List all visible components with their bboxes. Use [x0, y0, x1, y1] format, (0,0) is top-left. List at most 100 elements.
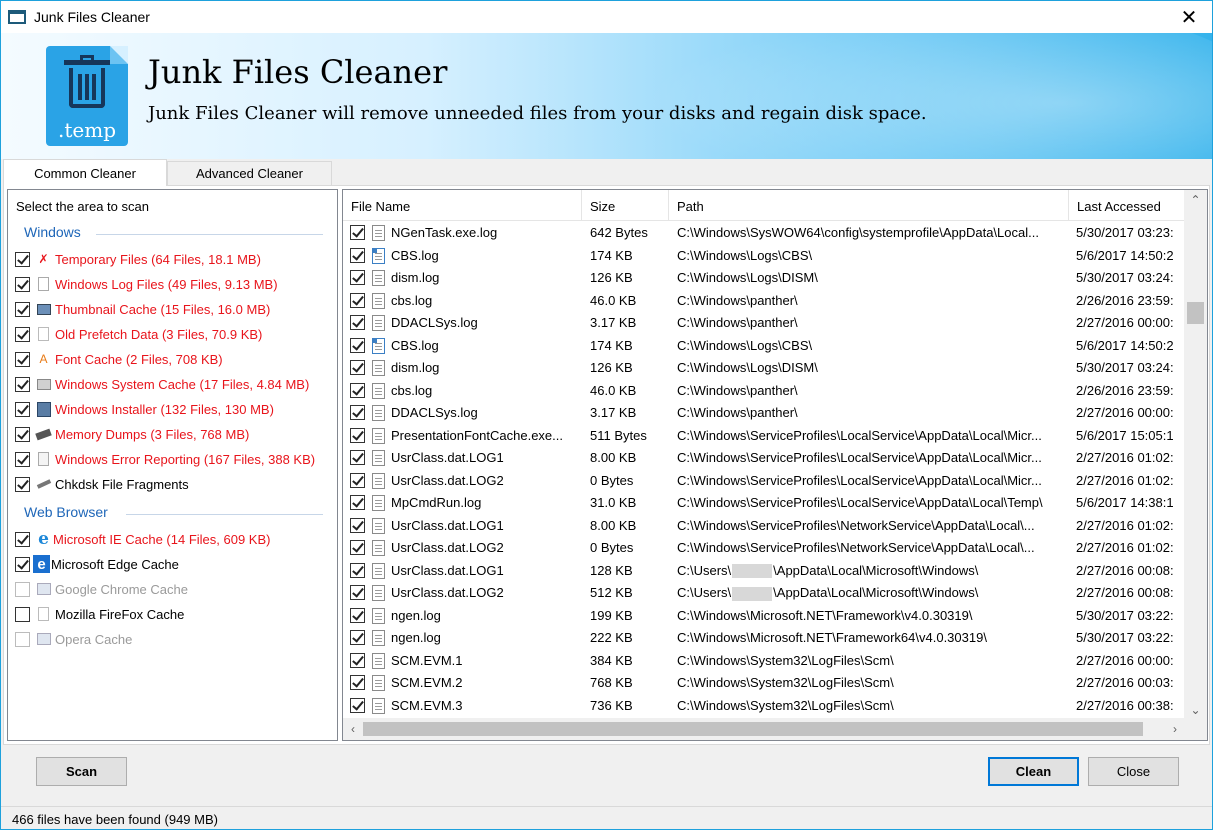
checkbox[interactable]	[15, 251, 30, 267]
row-checkbox[interactable]	[350, 675, 365, 690]
scan-item-chkdsk-file-fragments[interactable]: Chkdsk File Fragments	[15, 473, 189, 495]
vertical-scrollbar[interactable]: ⌃ ⌄	[1184, 190, 1207, 720]
table-row[interactable]: dism.log 126 KB C:\Windows\Logs\DISM\ 5/30/…	[343, 267, 1185, 290]
scan-item-ie-cache[interactable]: e Microsoft IE Cache (14 Files, 609 KB)	[15, 528, 270, 550]
table-row[interactable]: UsrClass.dat.LOG1 8.00 KB C:\Windows\Servi…	[343, 515, 1185, 538]
table-row[interactable]: cbs.log 46.0 KB C:\Windows\panther\ 2/26/20…	[343, 380, 1185, 403]
checkbox[interactable]	[15, 376, 30, 392]
checkbox[interactable]	[15, 401, 30, 417]
column-header-size[interactable]: Size	[582, 190, 669, 221]
row-checkbox[interactable]	[350, 540, 365, 555]
checkbox[interactable]	[15, 581, 30, 597]
row-checkbox[interactable]	[350, 427, 365, 443]
scan-item-edge-cache[interactable]: e Microsoft Edge Cache	[15, 553, 179, 575]
scan-item-chrome-cache[interactable]: Google Chrome Cache	[15, 578, 188, 600]
close-button[interactable]: Close	[1088, 757, 1179, 786]
table-row[interactable]: UsrClass.dat.LOG1 128 KB C:\Users\ \AppData…	[343, 560, 1185, 583]
checkbox[interactable]	[15, 351, 30, 367]
scan-item-windows-log-files[interactable]: Windows Log Files (49 Files, 9.13 MB)	[15, 273, 278, 295]
table-row[interactable]: NGenTask.exe.log 642 Bytes C:\Windows\SysW…	[343, 222, 1185, 245]
cell-path: C:\Windows\Microsoft.NET\Framework\v4.0.…	[677, 607, 973, 623]
row-checkbox[interactable]	[350, 337, 365, 353]
scroll-thumb[interactable]	[363, 722, 1143, 736]
group-divider	[126, 514, 323, 515]
file-icon	[372, 405, 385, 421]
cell-size: 128 KB	[590, 562, 633, 578]
row-checkbox[interactable]	[350, 472, 365, 488]
checkbox[interactable]	[15, 606, 30, 622]
scan-item-windows-error-reporting[interactable]: Windows Error Reporting (167 Files, 388 …	[15, 448, 315, 470]
scan-item-temporary-files[interactable]: ✗ Temporary Files (64 Files, 18.1 MB)	[15, 248, 261, 270]
table-row[interactable]: SCM.EVM.3 736 KB C:\Windows\System32\LogFi…	[343, 695, 1185, 718]
scan-item-windows-system-cache[interactable]: Windows System Cache (17 Files, 4.84 MB)	[15, 373, 309, 395]
scroll-thumb[interactable]	[1187, 302, 1204, 324]
table-row[interactable]: DDACLSys.log 3.17 KB C:\Windows\panther\ 2/…	[343, 402, 1185, 425]
column-header-file-name[interactable]: File Name	[343, 190, 582, 221]
row-checkbox[interactable]	[350, 405, 365, 420]
checkbox[interactable]	[15, 451, 30, 467]
table-row[interactable]: ngen.log 199 KB C:\Windows\Microsoft.NET\F…	[343, 605, 1185, 628]
scroll-down-icon[interactable]: ⌄	[1184, 700, 1207, 720]
row-checkbox[interactable]	[350, 562, 365, 578]
scan-item-memory-dumps[interactable]: Memory Dumps (3 Files, 768 MB)	[15, 423, 249, 445]
row-checkbox[interactable]	[350, 450, 365, 465]
row-checkbox[interactable]	[350, 495, 365, 510]
checkbox[interactable]	[15, 326, 30, 342]
row-checkbox[interactable]	[350, 292, 365, 308]
row-checkbox[interactable]	[350, 360, 365, 375]
scan-item-font-cache[interactable]: A Font Cache (2 Files, 708 KB)	[15, 348, 223, 370]
row-checkbox[interactable]	[350, 517, 365, 533]
table-row[interactable]: cbs.log 46.0 KB C:\Windows\panther\ 2/26/20…	[343, 290, 1185, 313]
row-checkbox[interactable]	[350, 652, 365, 668]
row-checkbox[interactable]	[350, 247, 365, 263]
table-row[interactable]: CBS.log 174 KB C:\Windows\Logs\CBS\ 5/6/201…	[343, 335, 1185, 358]
checkbox[interactable]	[15, 276, 30, 292]
table-row[interactable]: DDACLSys.log 3.17 KB C:\Windows\panther\ 2/…	[343, 312, 1185, 335]
checkbox[interactable]	[15, 531, 30, 547]
scroll-right-icon[interactable]: ›	[1165, 718, 1185, 740]
table-row[interactable]: dism.log 126 KB C:\Windows\Logs\DISM\ 5/30/…	[343, 357, 1185, 380]
checkbox[interactable]	[15, 426, 30, 442]
column-header-last-accessed[interactable]: Last Accessed	[1069, 190, 1185, 221]
row-checkbox[interactable]	[350, 225, 365, 240]
icon-extension-label: .temp	[58, 118, 116, 142]
scan-item-opera-cache[interactable]: Opera Cache	[15, 628, 132, 650]
table-row[interactable]: CBS.log 174 KB C:\Windows\Logs\CBS\ 5/6/201…	[343, 245, 1185, 268]
scan-item-firefox-cache[interactable]: Mozilla FireFox Cache	[15, 603, 184, 625]
table-row[interactable]: UsrClass.dat.LOG2 0 Bytes C:\Windows\Servi…	[343, 470, 1185, 493]
table-row[interactable]: UsrClass.dat.LOG1 8.00 KB C:\Windows\Servi…	[343, 447, 1185, 470]
row-checkbox[interactable]	[350, 315, 365, 330]
table-row[interactable]: UsrClass.dat.LOG2 0 Bytes C:\Windows\Servi…	[343, 537, 1185, 560]
horizontal-scrollbar[interactable]: ‹ ›	[343, 718, 1185, 740]
table-row[interactable]: ngen.log 222 KB C:\Windows\Microsoft.NET\F…	[343, 627, 1185, 650]
table-row[interactable]: PresentationFontCache.exe... 511 Bytes C:\…	[343, 425, 1185, 448]
checkbox[interactable]	[15, 476, 30, 492]
table-row[interactable]: SCM.EVM.2 768 KB C:\Windows\System32\LogFi…	[343, 672, 1185, 695]
scan-item-windows-installer[interactable]: Windows Installer (132 Files, 130 MB)	[15, 398, 274, 420]
scan-item-thumbnail-cache[interactable]: Thumbnail Cache (15 Files, 16.0 MB)	[15, 298, 270, 320]
row-checkbox[interactable]	[350, 630, 365, 645]
checkbox[interactable]	[15, 631, 30, 647]
column-header-path[interactable]: Path	[669, 190, 1069, 221]
row-checkbox[interactable]	[350, 382, 365, 398]
scroll-left-icon[interactable]: ‹	[343, 718, 363, 740]
clean-button[interactable]: Clean	[988, 757, 1079, 786]
table-row[interactable]: UsrClass.dat.LOG2 512 KB C:\Users\ \AppData…	[343, 582, 1185, 605]
row-checkbox[interactable]	[350, 585, 365, 600]
path-suffix: \AppData\Local\Microsoft\Windows\	[773, 562, 979, 578]
tab-common-cleaner[interactable]: Common Cleaner	[3, 159, 167, 186]
scroll-up-icon[interactable]: ⌃	[1184, 190, 1207, 210]
scan-button[interactable]: Scan	[36, 757, 127, 786]
checkbox[interactable]	[15, 301, 30, 317]
close-window-button[interactable]: ✕	[1166, 1, 1212, 33]
table-row[interactable]: SCM.EVM.1 384 KB C:\Windows\System32\LogFi…	[343, 650, 1185, 673]
row-checkbox[interactable]	[350, 270, 365, 285]
tab-advanced-cleaner[interactable]: Advanced Cleaner	[167, 161, 332, 185]
edge-icon: e	[33, 555, 50, 573]
checkbox[interactable]	[15, 556, 30, 572]
row-checkbox[interactable]	[350, 607, 365, 623]
cell-file-name: DDACLSys.log	[391, 315, 478, 330]
row-checkbox[interactable]	[350, 697, 365, 713]
scan-item-old-prefetch-data[interactable]: Old Prefetch Data (3 Files, 70.9 KB)	[15, 323, 262, 345]
table-row[interactable]: MpCmdRun.log 31.0 KB C:\Windows\ServicePro…	[343, 492, 1185, 515]
